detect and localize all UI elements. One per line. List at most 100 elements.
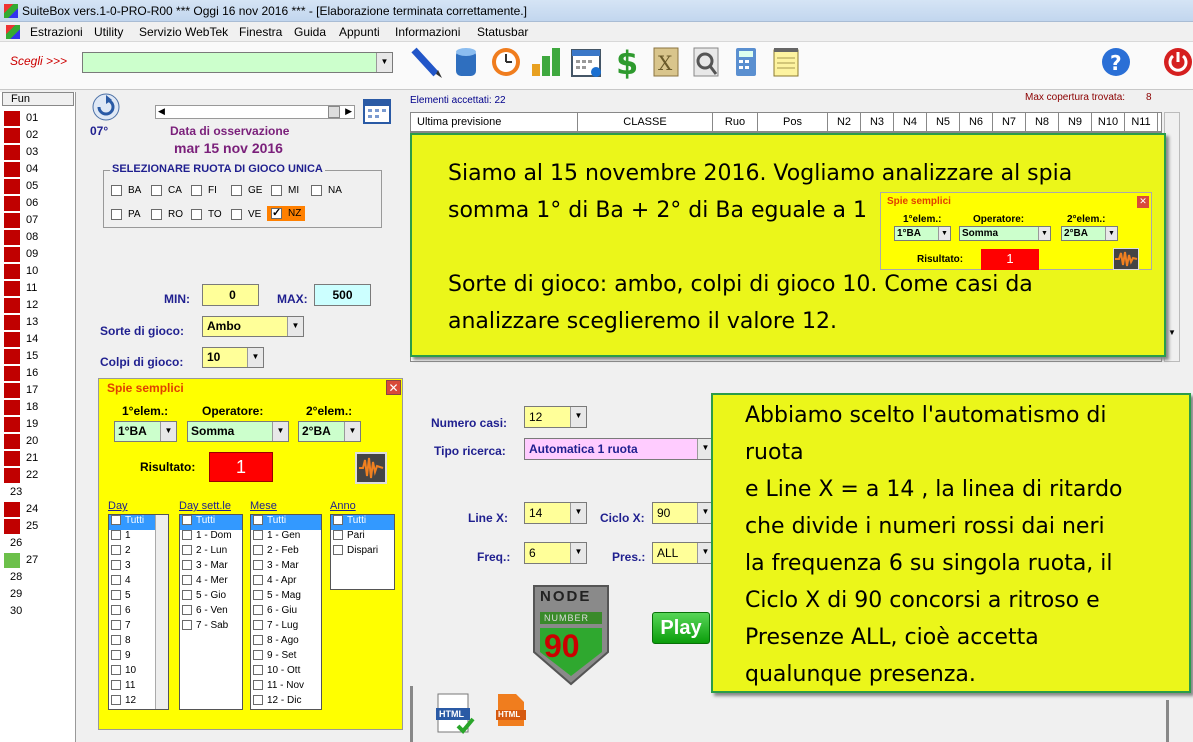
refresh-icon[interactable] — [90, 92, 122, 122]
checkbox[interactable] — [111, 575, 121, 586]
list-item[interactable]: 04 — [2, 160, 76, 177]
list-item[interactable]: 24 — [2, 500, 76, 517]
list-item[interactable]: 21 — [2, 449, 76, 466]
filter-listbox[interactable]: Tutti123456789101112 — [108, 514, 169, 710]
list-item[interactable]: 1 - Gen — [251, 530, 321, 545]
filter-listbox[interactable]: Tutti 1 - Gen 2 - Feb 3 - Mar 4 - Apr 5 - Mag… — [250, 514, 322, 710]
column-header[interactable]: Pos — [758, 113, 828, 133]
list-item[interactable]: 12 — [2, 296, 76, 313]
list-item[interactable]: 07 — [2, 211, 76, 228]
waveform-icon[interactable] — [355, 452, 387, 484]
menu-finestra[interactable]: Finestra — [239, 25, 282, 39]
checkbox[interactable] — [182, 590, 192, 601]
menu-estrazioni[interactable]: Estrazioni — [30, 25, 83, 39]
chevron-down-icon[interactable]: ▼ — [570, 407, 586, 427]
mini-elem2-select[interactable]: 2°BA ▼ — [1061, 226, 1118, 241]
menu-guida[interactable]: Guida — [294, 25, 326, 39]
mini-elem1-select[interactable]: 1°BA ▼ — [894, 226, 951, 241]
html-export-icon[interactable]: HTML — [434, 692, 478, 736]
list-item[interactable]: 2 - Feb — [251, 545, 321, 560]
menu-utility[interactable]: Utility — [94, 25, 123, 39]
file-x-icon[interactable]: X — [648, 44, 684, 80]
column-header[interactable]: N5 — [927, 113, 960, 133]
checkbox[interactable] — [111, 605, 121, 616]
checkbox[interactable] — [182, 515, 192, 526]
checkbox[interactable] — [111, 620, 121, 631]
checkbox[interactable] — [271, 206, 282, 219]
list-item[interactable]: 01 — [2, 109, 76, 126]
list-item[interactable]: 30 — [2, 602, 76, 619]
checkbox[interactable] — [253, 590, 263, 601]
checkbox[interactable] — [253, 665, 263, 676]
list-item[interactable]: 13 — [2, 313, 76, 330]
list-item[interactable]: 2 - Lun — [180, 545, 242, 560]
notepad-icon[interactable] — [768, 44, 804, 80]
checkbox[interactable] — [253, 635, 263, 646]
checkbox[interactable] — [333, 545, 343, 556]
list-item[interactable]: 4 - Apr — [251, 575, 321, 590]
checkbox[interactable] — [111, 560, 121, 571]
list-item[interactable]: 5 - Gio — [180, 590, 242, 605]
dollar-icon[interactable]: $ — [608, 44, 644, 82]
list-item[interactable]: Tutti — [331, 515, 394, 530]
list-item[interactable]: 26 — [2, 534, 76, 551]
checkbox[interactable] — [253, 620, 263, 631]
list-item[interactable]: 4 - Mer — [180, 575, 242, 590]
list-item[interactable]: 22 — [2, 466, 76, 483]
checkbox[interactable] — [182, 605, 192, 616]
list-item[interactable]: 9 - Set — [251, 650, 321, 665]
menu-informazioni[interactable]: Informazioni — [395, 25, 460, 39]
checkbox[interactable] — [253, 545, 263, 556]
list-item[interactable]: 6 - Ven — [180, 605, 242, 620]
ruota-ca[interactable]: CA — [151, 185, 182, 196]
list-item[interactable]: 09 — [2, 245, 76, 262]
list-item[interactable]: 25 — [2, 517, 76, 534]
list-item[interactable]: 11 - Nov — [251, 680, 321, 695]
tipo-ricerca-select[interactable]: Automatica 1 ruota ▼ — [524, 438, 714, 460]
checkbox[interactable] — [253, 605, 263, 616]
checkbox[interactable] — [271, 185, 282, 196]
checkbox[interactable] — [111, 695, 121, 706]
checkbox[interactable] — [231, 209, 242, 220]
help-icon[interactable]: ? — [1098, 44, 1134, 80]
power-icon[interactable] — [1160, 44, 1193, 80]
colpi-select[interactable]: 10 ▼ — [202, 347, 264, 368]
checkbox[interactable] — [111, 635, 121, 646]
play-button[interactable]: Play — [652, 612, 710, 644]
list-item[interactable]: 7 - Lug — [251, 620, 321, 635]
checkbox[interactable] — [182, 560, 192, 571]
column-header[interactable]: N2 — [828, 113, 861, 133]
grid-scrollbar[interactable]: ▼ — [1164, 112, 1180, 362]
ruota-mi[interactable]: MI — [271, 185, 299, 196]
sorte-select[interactable]: Ambo ▼ — [202, 316, 304, 337]
calendar-icon[interactable] — [568, 44, 604, 80]
checkbox[interactable] — [191, 209, 202, 220]
min-input[interactable]: 0 — [202, 284, 259, 306]
magnifier-icon[interactable] — [688, 44, 724, 80]
checkbox[interactable] — [111, 530, 121, 541]
chevron-down-icon[interactable]: ▼ — [938, 227, 950, 240]
checkbox[interactable] — [111, 515, 121, 526]
ruota-na[interactable]: NA — [311, 185, 342, 196]
database-icon[interactable] — [448, 44, 484, 80]
column-header[interactable]: CLASSE — [578, 113, 713, 133]
checkbox[interactable] — [253, 695, 263, 706]
elem1-select[interactable]: 1°BA ▼ — [114, 421, 177, 442]
menu-servizio-webtek[interactable]: Servizio WebTek — [139, 25, 228, 39]
ruota-fi[interactable]: FI — [191, 185, 217, 196]
list-item[interactable]: Dispari — [331, 545, 394, 560]
checkbox[interactable] — [253, 680, 263, 691]
list-item[interactable]: 14 — [2, 330, 76, 347]
list-item[interactable]: 10 — [2, 262, 76, 279]
bar-chart-icon[interactable] — [528, 44, 564, 80]
close-icon[interactable]: ✕ — [386, 380, 401, 395]
checkbox[interactable] — [111, 209, 122, 220]
list-item[interactable]: 20 — [2, 432, 76, 449]
html-file-icon[interactable]: HTML — [494, 692, 528, 728]
pres-select[interactable]: ALL ▼ — [652, 542, 714, 564]
list-item[interactable]: 03 — [2, 143, 76, 160]
chevron-down-icon[interactable]: ▼ — [247, 348, 263, 367]
column-header[interactable]: N10 — [1092, 113, 1125, 133]
list-item[interactable]: 7 - Sab — [180, 620, 242, 635]
list-item[interactable]: 15 — [2, 347, 76, 364]
